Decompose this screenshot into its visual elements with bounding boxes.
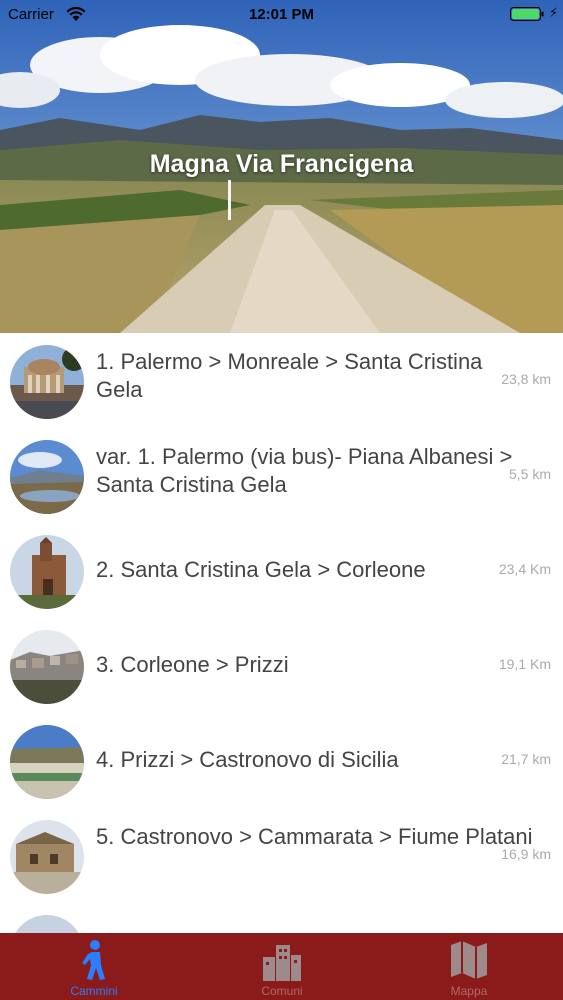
route-title: 2. Santa Cristina Gela > Corleone <box>96 557 426 582</box>
route-row[interactable]: 4. Prizzi > Castronovo di Sicilia 21,7 k… <box>0 713 563 808</box>
route-thumbnail <box>10 820 84 894</box>
route-row[interactable]: 2. Santa Cristina Gela > Corleone 23,4 K… <box>0 523 563 618</box>
tab-cammini[interactable]: Cammini <box>24 933 164 1000</box>
route-title: 4. Prizzi > Castronovo di Sicilia <box>96 747 399 772</box>
charging-icon: ⚡ <box>549 5 559 20</box>
route-title: var. 1. Palermo (via bus)- Piana Albanes… <box>96 444 513 497</box>
buildings-icon <box>263 945 301 981</box>
tab-label: Cammini <box>70 984 118 998</box>
route-distance: 23,8 km <box>501 371 551 387</box>
tab-mappa[interactable]: Mappa <box>399 933 539 1000</box>
tab-comuni[interactable]: Comuni <box>212 933 352 1000</box>
route-row[interactable]: 3. Corleone > Prizzi 19,1 Km <box>0 618 563 713</box>
route-distance: 21,7 km <box>501 751 551 767</box>
route-thumbnail <box>10 915 84 933</box>
route-row[interactable]: 5. Castronovo > Cammarata > Fiume Platan… <box>0 808 563 903</box>
route-thumbnail <box>10 535 84 609</box>
route-thumbnail <box>10 725 84 799</box>
route-distance: 16,9 km <box>501 846 551 862</box>
page-title: Magna Via Francigena <box>149 150 414 178</box>
route-distance: 19,1 Km <box>498 656 551 672</box>
tab-bar: Cammini Comuni Mappa <box>0 933 563 1000</box>
route-thumbnail <box>10 630 84 704</box>
status-time: 12:01 PM <box>248 6 315 23</box>
route-title: 5. Castronovo > Cammarata > Fiume Platan… <box>96 824 533 849</box>
route-distance: 5,5 km <box>508 466 551 482</box>
route-thumbnail <box>10 345 84 419</box>
walking-person-icon <box>82 940 105 980</box>
route-title: 1. Palermo > Monreale > Santa Cristina G… <box>96 349 483 402</box>
route-title: 3. Corleone > Prizzi <box>96 652 289 677</box>
map-icon <box>451 941 487 979</box>
header-banner: Magna Via Francigena <box>0 0 563 333</box>
battery-icon <box>510 7 544 21</box>
route-row[interactable]: 1. Palermo > Monreale > Santa Cristina G… <box>0 333 563 428</box>
route-row-partial[interactable] <box>0 903 563 933</box>
route-distance: 23,4 Km <box>498 561 551 577</box>
route-thumbnail <box>10 440 84 514</box>
tab-label: Mappa <box>450 984 488 998</box>
status-bar: Carrier 12:01 PM ⚡ <box>0 0 563 30</box>
route-row[interactable]: var. 1. Palermo (via bus)- Piana Albanes… <box>0 428 563 523</box>
route-list[interactable]: 1. Palermo > Monreale > Santa Cristina G… <box>0 333 563 933</box>
tab-label: Comuni <box>261 984 303 998</box>
